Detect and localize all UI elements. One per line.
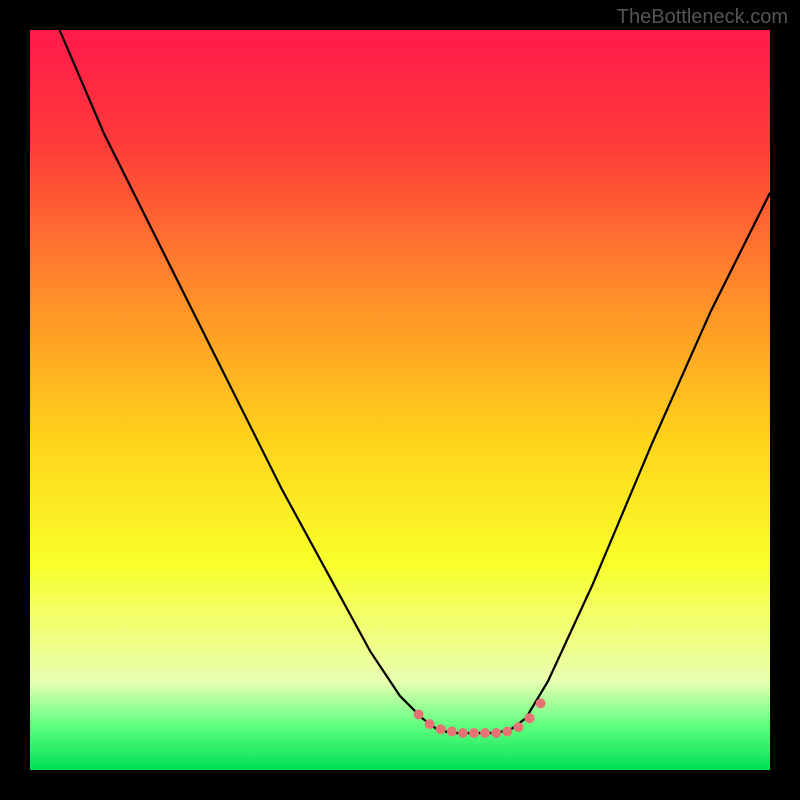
plot-area: [30, 30, 770, 770]
sweet-spot-dot: [502, 727, 512, 737]
watermark-text: TheBottleneck.com: [617, 6, 788, 29]
sweet-spot-dot: [436, 724, 446, 734]
sweet-spot-dot: [458, 728, 468, 738]
sweet-spot-dot: [491, 728, 501, 738]
sweet-spot-dot: [525, 713, 535, 723]
sweet-spot-dot: [536, 698, 546, 708]
sweet-spot-dot: [414, 710, 424, 720]
bottleneck-chart: [0, 0, 800, 800]
sweet-spot-dot: [513, 722, 523, 732]
chart-container: TheBottleneck.com: [0, 0, 800, 800]
sweet-spot-dot: [447, 727, 457, 737]
sweet-spot-dot: [469, 728, 479, 738]
sweet-spot-dot: [480, 728, 490, 738]
sweet-spot-dot: [425, 719, 435, 729]
